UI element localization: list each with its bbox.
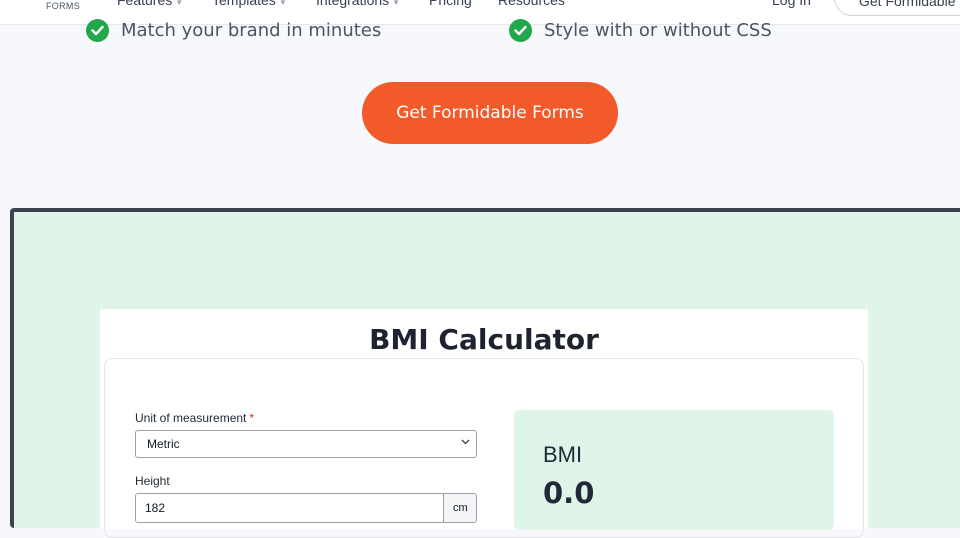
login-link[interactable]: Log In — [772, 0, 811, 8]
nav-item-label: Features — [117, 0, 173, 8]
nav-item-label: Templates — [212, 0, 276, 8]
unit-of-measurement-label: Unit of measurement * — [135, 411, 254, 425]
chevron-down-icon — [461, 437, 470, 447]
bmi-result-value: 0.0 — [543, 476, 595, 510]
nav-item-label: Integrations — [316, 0, 390, 8]
required-mark: * — [249, 411, 255, 425]
nav-item-integrations[interactable]: Integrations ▼ — [316, 0, 400, 8]
feature-text: Style with or without CSS — [544, 19, 772, 41]
bmi-result-panel: BMI 0.0 — [514, 410, 834, 530]
nav-item-resources[interactable]: Resources — [498, 0, 565, 8]
height-unit-addon: cm — [443, 493, 477, 523]
feature-text: Match your brand in minutes — [121, 19, 382, 41]
chevron-down-icon: ▼ — [392, 0, 401, 7]
select-value: Metric — [147, 437, 180, 451]
nav-item-pricing[interactable]: Pricing — [429, 0, 472, 8]
chevron-down-icon: ▼ — [175, 0, 184, 7]
chevron-down-icon: ▼ — [278, 0, 287, 7]
logo[interactable]: FORMS — [46, 1, 80, 11]
label-text: Unit of measurement — [135, 411, 247, 425]
feature-item: Style with or without CSS — [509, 17, 772, 43]
feature-item: Match your brand in minutes — [86, 17, 381, 43]
calculator-title: BMI Calculator — [369, 323, 599, 356]
height-label: Height — [135, 474, 170, 488]
checkmark-icon — [509, 18, 532, 42]
bmi-result-label: BMI — [543, 442, 583, 467]
nav-cta-button[interactable]: Get Formidable — [834, 0, 960, 16]
height-input[interactable]: 182 — [135, 493, 443, 523]
nav-item-templates[interactable]: Templates ▼ — [212, 0, 287, 8]
unit-of-measurement-select[interactable]: Metric — [135, 430, 477, 458]
checkmark-icon — [86, 18, 109, 42]
get-formidable-forms-button[interactable]: Get Formidable Forms — [362, 82, 618, 144]
nav-item-features[interactable]: Features ▼ — [117, 0, 183, 8]
